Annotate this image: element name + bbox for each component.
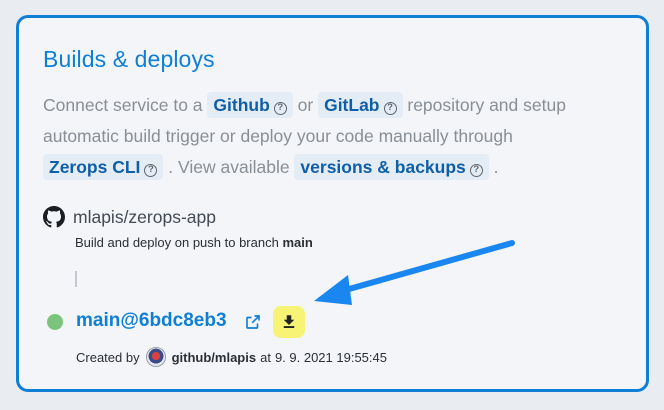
zerops-cli-link-label: Zerops CLI: [49, 157, 141, 177]
download-icon: [283, 315, 295, 328]
repository-name: mlapis/zerops-app: [73, 206, 216, 227]
created-by-label: Created by: [76, 349, 140, 365]
github-link-label: Github: [213, 95, 270, 115]
card-title: Builds & deploys: [43, 46, 215, 72]
help-icon: ?: [144, 164, 158, 177]
github-icon: [43, 206, 65, 228]
desc-text-5: .: [493, 157, 499, 177]
repository-subtitle-text: Build and deploy on push to branch: [75, 235, 283, 250]
created-timestamp: 9. 9. 2021 19:55:45: [274, 349, 387, 365]
versions-backups-link[interactable]: versions & backups?: [294, 154, 489, 180]
gitlab-link[interactable]: GitLab?: [318, 92, 403, 118]
help-icon: ?: [469, 164, 483, 177]
external-link-icon[interactable]: [244, 313, 262, 331]
versions-backups-link-label: versions & backups: [300, 157, 466, 177]
desc-text-1: Connect service to a: [43, 95, 208, 115]
at-label: at: [260, 349, 271, 365]
repository-row: mlapis/zerops-app: [43, 206, 216, 228]
help-icon: ?: [273, 102, 287, 115]
avatar: [145, 347, 166, 367]
commit-link[interactable]: main@6bdc8eb3: [76, 310, 227, 332]
desc-text-4: . View available: [168, 157, 295, 177]
timeline-connector: [75, 271, 77, 287]
gitlab-link-label: GitLab: [324, 95, 380, 115]
zerops-cli-link[interactable]: Zerops CLI?: [43, 154, 164, 180]
created-by-row: Created by github/mlapis at 9. 9. 2021 1…: [76, 347, 387, 367]
help-icon: ?: [383, 102, 397, 115]
desc-text-2: or: [297, 95, 319, 115]
card-description: Connect service to a Github? or GitLab? …: [43, 90, 633, 183]
github-link[interactable]: Github?: [207, 92, 293, 118]
annotation-arrow-icon: [314, 240, 515, 305]
builds-deploys-card: Builds & deploys Connect service to a Gi…: [16, 15, 649, 392]
repository-subtitle: Build and deploy on push to branch main: [75, 235, 313, 250]
creator-user: github/mlapis: [171, 349, 257, 365]
status-indicator: [47, 314, 63, 330]
